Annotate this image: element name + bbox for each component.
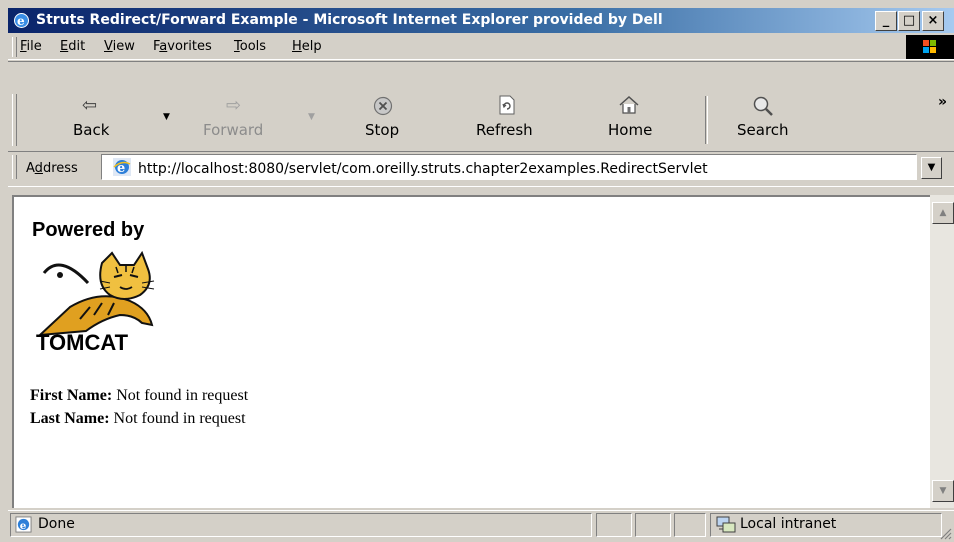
status-main-panel	[10, 513, 592, 537]
back-dropdown-icon[interactable]: ▼	[163, 112, 170, 122]
first-name-line: First Name: Not found in request	[30, 387, 248, 405]
first-name-label: First Name:	[30, 387, 113, 404]
status-panel-3	[674, 513, 706, 537]
maximize-button[interactable]: □	[898, 11, 920, 31]
address-label: Address	[26, 161, 78, 176]
tomcat-wordmark: TOMCAT	[36, 330, 129, 355]
stop-icon	[373, 96, 393, 116]
status-progress-panel	[596, 513, 632, 537]
local-intranet-icon	[716, 516, 736, 533]
forward-label: Forward	[203, 121, 264, 139]
refresh-icon	[499, 95, 515, 115]
forward-arrow-icon: ⇨	[226, 95, 242, 116]
back-label: Back	[73, 121, 110, 139]
zone-text: Local intranet	[740, 516, 837, 532]
toolbar-separator	[705, 96, 708, 144]
back-arrow-icon: ⇦	[82, 95, 98, 116]
vertical-scrollbar[interactable]	[930, 195, 954, 508]
minimize-button[interactable]: _	[875, 11, 897, 31]
forward-dropdown-icon[interactable]: ▼	[308, 112, 315, 122]
scroll-up-button[interactable]: ▲	[932, 202, 954, 224]
svg-text:e: e	[20, 520, 27, 532]
status-text: Done	[38, 516, 75, 532]
menu-edit[interactable]: Edit	[60, 39, 85, 54]
chevron-down-icon: ▼	[939, 486, 947, 496]
toolbar-overflow-chevron[interactable]: »	[938, 94, 947, 110]
window-title: Struts Redirect/Forward Example - Micros…	[36, 12, 663, 28]
refresh-label: Refresh	[476, 121, 533, 139]
menu-favorites[interactable]: Favorites	[153, 39, 212, 54]
search-label: Search	[737, 121, 789, 139]
last-name-value: Not found in request	[109, 410, 246, 427]
done-page-icon: e	[15, 516, 32, 533]
menu-view[interactable]: View	[104, 39, 135, 54]
windows-logo-throbber	[906, 35, 954, 59]
windows-flag-icon	[923, 40, 936, 53]
menu-file[interactable]: File	[20, 39, 42, 54]
address-url: http://localhost:8080/servlet/com.oreill…	[138, 161, 708, 177]
resize-grip-icon[interactable]	[938, 526, 952, 540]
search-icon	[753, 96, 773, 116]
last-name-label: Last Name:	[30, 410, 110, 427]
menu-bar: File Edit View Favorites Tools Help	[8, 34, 954, 60]
page-ie-icon: e	[113, 158, 131, 176]
chevron-up-icon: ▲	[939, 208, 947, 218]
menu-help[interactable]: Help	[292, 39, 322, 54]
menu-tools[interactable]: Tools	[234, 39, 266, 54]
first-name-value: Not found in request	[112, 387, 249, 404]
last-name-line: Last Name: Not found in request	[30, 410, 246, 428]
home-label: Home	[608, 121, 653, 139]
browser-window: e Struts Redirect/Forward Example - Micr…	[0, 0, 954, 542]
menu-grip[interactable]	[12, 37, 17, 57]
home-icon	[619, 95, 639, 114]
status-panel-2	[635, 513, 671, 537]
svg-text:e: e	[17, 14, 25, 28]
title-bar[interactable]: e Struts Redirect/Forward Example - Micr…	[8, 8, 954, 33]
powered-by-text: Powered by	[32, 219, 145, 241]
scroll-down-button[interactable]: ▼	[932, 480, 954, 502]
toolbar-grip[interactable]	[12, 94, 17, 146]
close-button[interactable]: ×	[922, 11, 944, 31]
stop-label: Stop	[365, 121, 400, 139]
address-dropdown-button[interactable]: ▼	[921, 157, 942, 179]
ie-app-icon: e	[14, 13, 29, 28]
chevron-down-icon: ▼	[927, 162, 936, 173]
address-grip[interactable]	[12, 155, 17, 179]
